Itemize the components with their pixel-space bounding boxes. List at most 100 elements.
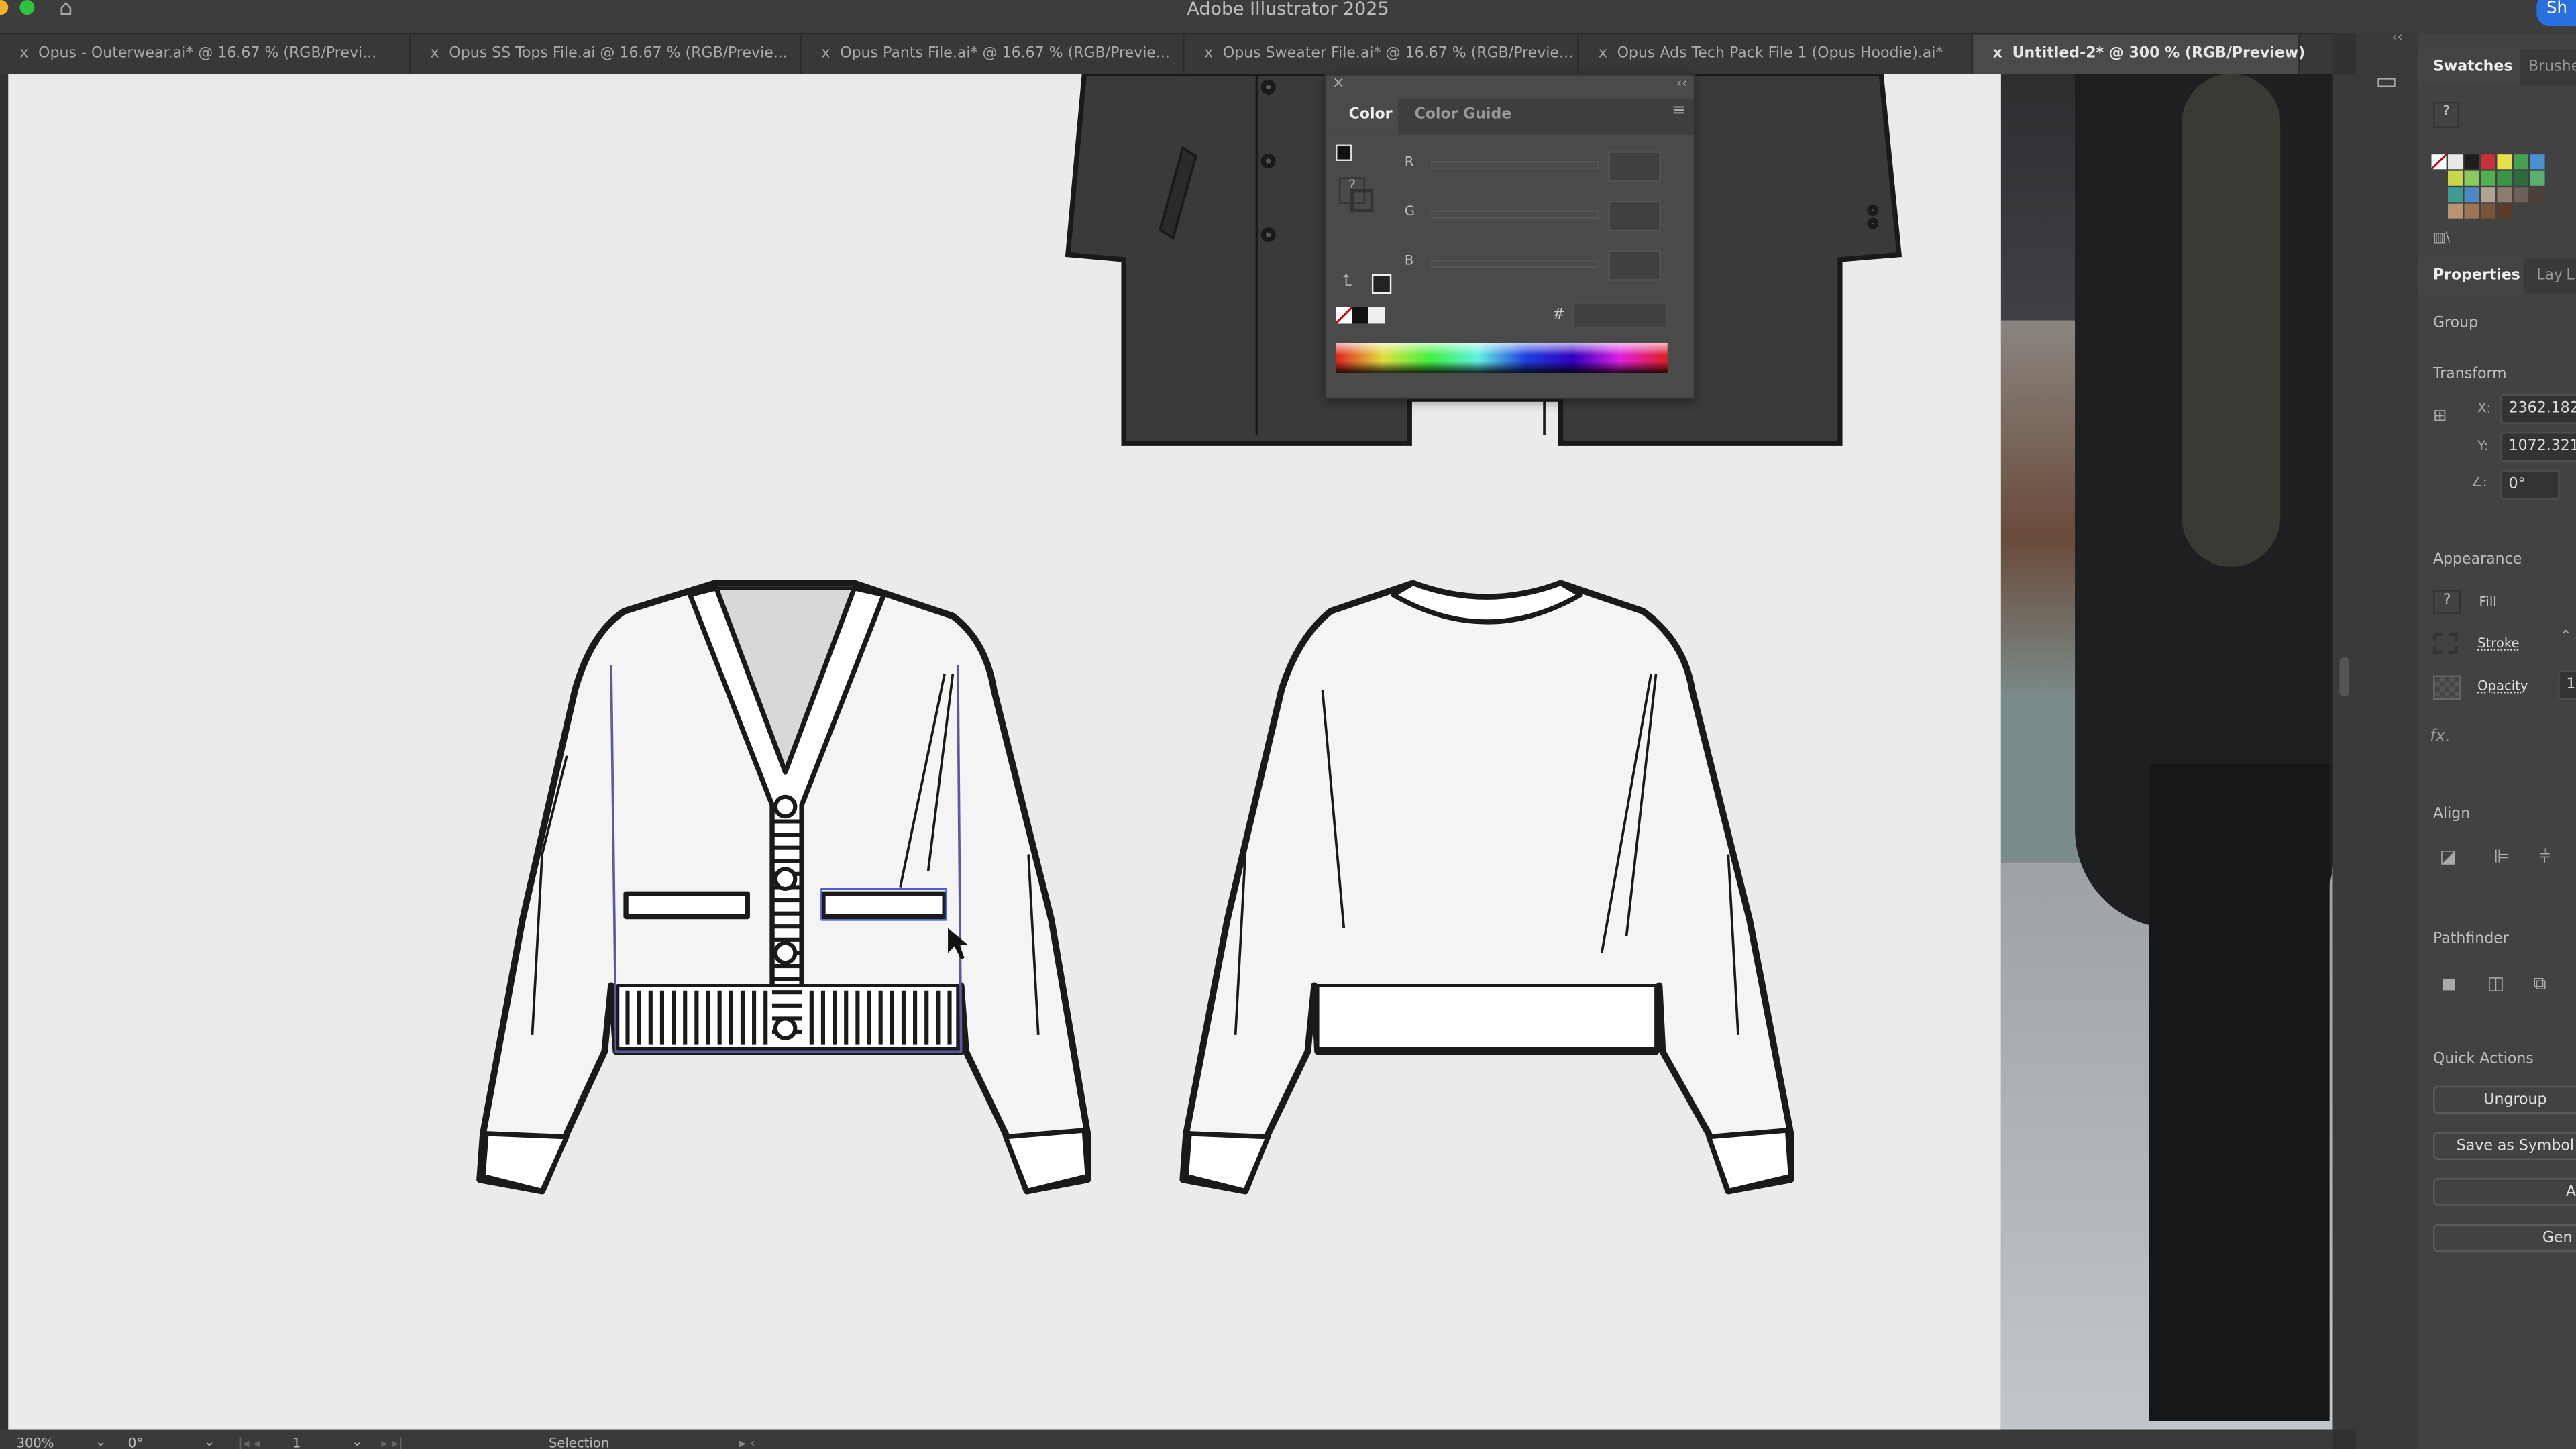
swatch[interactable] xyxy=(2513,170,2529,186)
align-to-selection-icon[interactable]: ◪ xyxy=(2440,846,2457,867)
b-value-field[interactable] xyxy=(1608,250,1661,281)
fill-label[interactable]: Fill xyxy=(2479,595,2497,610)
tab-pants[interactable]: x Opus Pants File.ai* @ 16.67 % (RGB/Prev… xyxy=(802,34,1185,74)
tab-layers[interactable]: Lay xyxy=(2536,268,2563,284)
sweater-illustration[interactable] xyxy=(1179,580,1794,1195)
r-slider[interactable] xyxy=(1431,161,1599,170)
quick-action-button[interactable]: A xyxy=(2432,1177,2576,1206)
tab-ads-tech-pack[interactable]: x Opus Ads Tech Pack File 1 (Opus Hoodie)… xyxy=(1578,34,1974,74)
tab-libraries[interactable]: L xyxy=(2566,268,2574,284)
tab-color-guide[interactable]: Color Guide xyxy=(1415,107,1512,123)
swatch[interactable] xyxy=(2480,154,2496,170)
minus-front-icon[interactable]: ◫ xyxy=(2487,973,2504,994)
fx-icon[interactable]: fx. xyxy=(2430,728,2451,746)
swatch[interactable] xyxy=(2464,187,2479,203)
x-field[interactable]: 2362.182 xyxy=(2500,394,2576,424)
tab-color[interactable]: Color xyxy=(1349,107,1393,123)
tab-swatches[interactable]: Swatches xyxy=(2433,59,2512,75)
fill-stroke-indicator[interactable]: ? xyxy=(2432,101,2460,129)
artboard-number-field[interactable]: 1 xyxy=(292,1436,301,1449)
swatch[interactable] xyxy=(2513,154,2529,170)
swatch[interactable] xyxy=(2464,170,2479,186)
first-artboard-icon[interactable]: |◂ ◂ xyxy=(238,1436,260,1449)
status-menu-arrow-icon[interactable]: ▸ ‹ xyxy=(739,1436,755,1449)
garment-artwork[interactable] xyxy=(8,71,2001,1429)
chevron-down-icon[interactable]: ⌄ xyxy=(352,1434,362,1449)
swatch[interactable] xyxy=(2480,203,2496,219)
tab-untitled-2[interactable]: x Untitled-2* @ 300 % (RGB/Preview) xyxy=(1973,34,2305,74)
r-value-field[interactable] xyxy=(1608,151,1661,182)
black-swatch[interactable] xyxy=(1352,307,1369,324)
swatch-library-icon[interactable]: ▥\ xyxy=(2433,230,2450,245)
swatch[interactable] xyxy=(2448,187,2463,203)
stroke-label[interactable]: Stroke xyxy=(2477,636,2519,651)
websafe-color-swatch[interactable] xyxy=(1371,274,1392,294)
rotate-field[interactable]: 0° xyxy=(2500,470,2560,500)
white-swatch[interactable] xyxy=(1368,307,1385,324)
chevron-down-icon[interactable]: ⌄ xyxy=(204,1434,215,1449)
close-icon[interactable]: x xyxy=(431,46,439,62)
gen-shape-button[interactable]: Gen Sh xyxy=(2432,1224,2576,1252)
tab-brushes[interactable]: Brushes xyxy=(2528,59,2576,75)
close-icon[interactable]: x xyxy=(1204,46,1213,62)
swatch[interactable] xyxy=(2464,203,2479,219)
collapse-icon[interactable]: ‹‹ xyxy=(2392,30,2403,44)
none-swatch[interactable] xyxy=(1336,307,1352,324)
opacity-label[interactable]: Opacity xyxy=(2477,678,2528,693)
fill-swatch[interactable]: ? xyxy=(2432,590,2461,614)
swatch[interactable] xyxy=(2530,170,2545,186)
hex-field[interactable] xyxy=(1572,302,1668,329)
g-slider[interactable] xyxy=(1431,210,1599,219)
swatch[interactable] xyxy=(2497,187,2512,203)
collapse-panel-icon[interactable]: ‹‹ xyxy=(1676,76,1687,91)
tab-sweater[interactable]: x Opus Sweater File.ai* @ 16.67 % (RGB/Pr… xyxy=(1185,34,1579,74)
opacity-field[interactable]: 10 xyxy=(2558,670,2576,700)
swatch[interactable] xyxy=(2464,154,2479,170)
chevron-down-icon[interactable]: ⌄ xyxy=(95,1434,106,1449)
align-left-icon[interactable]: ⊫ xyxy=(2494,846,2510,867)
default-fill-stroke-icon[interactable] xyxy=(1336,144,1352,162)
swatch[interactable] xyxy=(2497,154,2512,170)
swatch[interactable] xyxy=(2530,154,2545,170)
tab-outerwear[interactable]: x Opus - Outerwear.ai* @ 16.67 % (RGB/Pre… xyxy=(0,34,411,74)
swatch[interactable] xyxy=(2448,203,2463,219)
swatch[interactable] xyxy=(2448,170,2463,186)
ungroup-button[interactable]: Ungroup xyxy=(2432,1085,2576,1114)
out-of-gamut-icon[interactable]: ⮤ xyxy=(1342,273,1352,291)
close-icon[interactable]: x xyxy=(1993,46,2002,62)
close-icon[interactable]: x xyxy=(821,46,830,62)
reference-point-icon[interactable]: ⊞ xyxy=(2433,407,2447,425)
last-artboard-icon[interactable]: ▸ ▸| xyxy=(381,1436,403,1449)
stroke-stepper[interactable]: ⌃ xyxy=(2560,629,2572,645)
close-panel-icon[interactable]: × xyxy=(1332,76,1344,92)
stroke-swatch[interactable] xyxy=(2432,632,2458,654)
vertical-scrollbar[interactable] xyxy=(2332,74,2356,1430)
tab-ss-tops[interactable]: x Opus SS Tops File.ai @ 16.67 % (RGB/Pre… xyxy=(411,34,802,74)
swatch[interactable] xyxy=(2530,187,2545,203)
share-button[interactable]: Sh xyxy=(2536,0,2576,27)
y-field[interactable]: 1072.321 xyxy=(2500,432,2576,462)
swatch[interactable] xyxy=(2480,170,2496,186)
swatch[interactable] xyxy=(2448,154,2463,170)
swatch[interactable] xyxy=(2480,187,2496,203)
close-icon[interactable]: x xyxy=(1599,46,1607,62)
rotation-field[interactable]: 0° xyxy=(128,1436,143,1449)
panel-menu-icon[interactable]: ≡ xyxy=(1672,102,1686,120)
intersect-icon[interactable]: ⧉ xyxy=(2533,973,2546,996)
save-as-symbol-button[interactable]: Save as Symbol xyxy=(2432,1132,2576,1160)
tab-properties[interactable]: Properties xyxy=(2433,268,2520,284)
g-value-field[interactable] xyxy=(1608,200,1661,232)
b-slider[interactable] xyxy=(1431,259,1599,268)
unite-icon[interactable]: ◼ xyxy=(2441,973,2456,994)
align-center-icon[interactable]: ⫩ xyxy=(2540,846,2550,869)
zoom-level-field[interactable]: 300% xyxy=(16,1436,54,1449)
scrollbar-thumb[interactable] xyxy=(2339,657,2350,697)
comments-icon[interactable]: ▭ xyxy=(2375,69,2397,95)
close-icon[interactable]: x xyxy=(19,46,28,62)
artboard-canvas[interactable] xyxy=(8,71,2001,1430)
swatch[interactable] xyxy=(2513,187,2529,203)
none-swatch[interactable] xyxy=(2431,154,2447,170)
swatch[interactable] xyxy=(2497,203,2512,219)
color-spectrum[interactable] xyxy=(1336,343,1668,373)
swatch[interactable] xyxy=(2497,170,2512,186)
